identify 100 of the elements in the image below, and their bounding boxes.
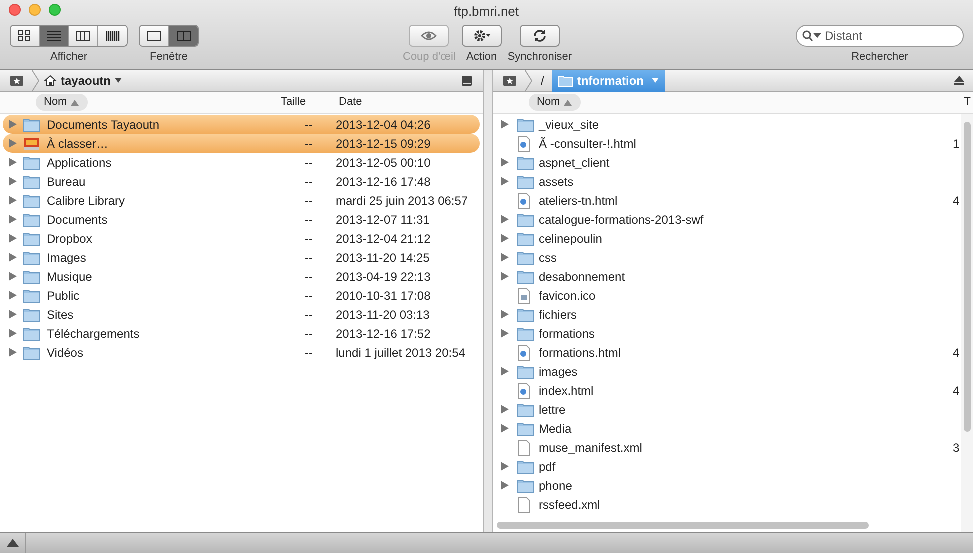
disclosure-triangle-icon[interactable] xyxy=(9,120,17,129)
column-header[interactable]: Date xyxy=(339,94,362,111)
disclosure-triangle-icon[interactable] xyxy=(9,215,17,224)
folder-icon xyxy=(23,270,40,284)
house-icon xyxy=(44,74,57,86)
view-button[interactable] xyxy=(98,26,127,46)
file-row[interactable]: Bureau -- 2013-12-16 17:48 xyxy=(3,172,480,191)
folder-icon xyxy=(517,364,534,378)
file-name: formations.html xyxy=(539,344,622,362)
file-row[interactable]: Calibre Library -- mardi 25 juin 2013 06:57 xyxy=(3,191,480,210)
file-name: Téléchargements xyxy=(47,326,141,342)
sort-arrow-icon xyxy=(71,100,80,106)
folder-icon xyxy=(23,326,40,340)
view-mode-switcher[interactable] xyxy=(10,24,128,46)
file-row[interactable]: Vidéos -- lundi 1 juillet 2013 20:54 xyxy=(3,343,480,362)
scrollbar[interactable] xyxy=(497,522,869,528)
bookmark-icon[interactable] xyxy=(503,74,517,86)
scrollbar[interactable] xyxy=(964,122,970,432)
disclosure-triangle-icon[interactable] xyxy=(501,424,509,433)
column-header[interactable]: Nom xyxy=(529,94,581,111)
disclosure-triangle-icon[interactable] xyxy=(9,177,17,186)
close-button[interactable] xyxy=(9,4,21,16)
file-row[interactable]: Dropbox -- 2013-12-04 21:12 xyxy=(3,229,480,248)
folder-icon xyxy=(517,270,534,284)
disclosure-triangle-icon[interactable] xyxy=(501,481,509,490)
file-row[interactable]: Téléchargements -- 2013-12-16 17:52 xyxy=(3,324,480,343)
file-name: phone xyxy=(539,478,572,494)
file-name: css xyxy=(539,250,557,266)
folder-icon xyxy=(23,174,40,188)
disclosure-triangle-icon[interactable] xyxy=(501,234,509,243)
folder-icon xyxy=(23,232,40,246)
sync-button[interactable] xyxy=(520,24,560,46)
path-segment[interactable]: / xyxy=(541,72,544,90)
file-row[interactable]: Applications -- 2013-12-05 00:10 xyxy=(3,153,480,172)
view-button[interactable] xyxy=(69,26,98,46)
disclosure-triangle-icon[interactable] xyxy=(9,291,17,300)
disclosure-triangle-icon[interactable] xyxy=(9,310,17,319)
file-name: images xyxy=(539,364,578,380)
disclosure-triangle-icon[interactable] xyxy=(9,196,17,205)
expand-arrow-icon[interactable] xyxy=(6,539,18,547)
folder-icon xyxy=(517,402,534,416)
column-header[interactable]: Taille xyxy=(281,94,339,111)
disclosure-triangle-icon[interactable] xyxy=(501,177,509,186)
disclosure-triangle-icon[interactable] xyxy=(9,158,17,167)
disclosure-triangle-icon[interactable] xyxy=(501,215,509,224)
zoom-button[interactable] xyxy=(49,4,61,16)
disclosure-triangle-icon[interactable] xyxy=(9,348,17,357)
window-mode-switcher[interactable] xyxy=(139,24,199,46)
file-row[interactable]: Sites -- 2013-11-20 03:13 xyxy=(3,305,480,324)
disclosure-triangle-icon[interactable] xyxy=(501,272,509,281)
list-icon xyxy=(47,30,61,42)
view-button[interactable] xyxy=(40,26,69,46)
file-row[interactable]: Images -- 2013-11-20 14:25 xyxy=(3,248,480,267)
disclosure-triangle-icon[interactable] xyxy=(9,272,17,281)
disclosure-triangle-icon[interactable] xyxy=(501,405,509,414)
file-size: 4 xyxy=(953,382,961,400)
disclosure-triangle-icon[interactable] xyxy=(9,329,17,338)
file-name: fichiers xyxy=(539,306,578,324)
disclosure-triangle-icon[interactable] xyxy=(9,139,17,148)
disclosure-triangle-icon[interactable] xyxy=(501,120,509,129)
grid-icon xyxy=(18,30,32,42)
file-row[interactable]: Documents -- 2013-12-07 11:31 xyxy=(3,210,480,229)
file-date: 2013-04-19 22:13 xyxy=(336,268,431,286)
search-icon xyxy=(802,30,822,42)
path-button[interactable]: tayaoutn xyxy=(44,72,122,90)
view-button[interactable] xyxy=(11,26,40,46)
file-name: Vidéos xyxy=(47,344,84,362)
disclosure-triangle-icon[interactable] xyxy=(9,234,17,243)
file-name: Public xyxy=(47,288,81,304)
file-row[interactable]: Public -- 2010-10-31 17:08 xyxy=(3,286,480,305)
file-size: -- xyxy=(304,212,314,228)
file-date: 2013-12-04 04:26 xyxy=(336,116,431,134)
column-header[interactable]: T xyxy=(964,94,971,111)
folder-icon xyxy=(23,308,40,322)
file-size: -- xyxy=(304,116,314,134)
file-row[interactable]: Documents Tayaoutn -- 2013-12-04 04:26 xyxy=(3,115,480,134)
file-name: Calibre Library xyxy=(47,192,126,210)
disclosure-triangle-icon[interactable] xyxy=(9,253,17,262)
disclosure-triangle-icon[interactable] xyxy=(501,158,509,167)
bookmark-icon[interactable] xyxy=(10,74,24,86)
search-field[interactable]: Distant xyxy=(796,24,964,46)
file-size: -- xyxy=(304,288,314,304)
file-size: -- xyxy=(304,136,314,152)
file-name: celinepoulin xyxy=(539,230,602,248)
file-date: 2013-12-15 09:29 xyxy=(336,136,431,152)
eject-icon[interactable] xyxy=(954,75,965,86)
drive-icon[interactable] xyxy=(461,74,473,86)
disclosure-triangle-icon[interactable] xyxy=(501,310,509,319)
disclosure-triangle-icon[interactable] xyxy=(501,253,509,262)
view-button[interactable] xyxy=(140,26,169,46)
column-header[interactable]: Nom xyxy=(36,94,88,111)
file-size: -- xyxy=(304,230,314,248)
disclosure-triangle-icon[interactable] xyxy=(501,462,509,471)
disclosure-triangle-icon[interactable] xyxy=(501,329,509,338)
folder-icon xyxy=(517,308,534,322)
file-size: -- xyxy=(304,306,314,324)
file-row[interactable]: À classer… -- 2013-12-15 09:29 xyxy=(3,134,480,153)
file-row[interactable]: Musique -- 2013-04-19 22:13 xyxy=(3,267,480,286)
disclosure-triangle-icon[interactable] xyxy=(501,367,509,376)
gear-button[interactable] xyxy=(462,24,502,46)
